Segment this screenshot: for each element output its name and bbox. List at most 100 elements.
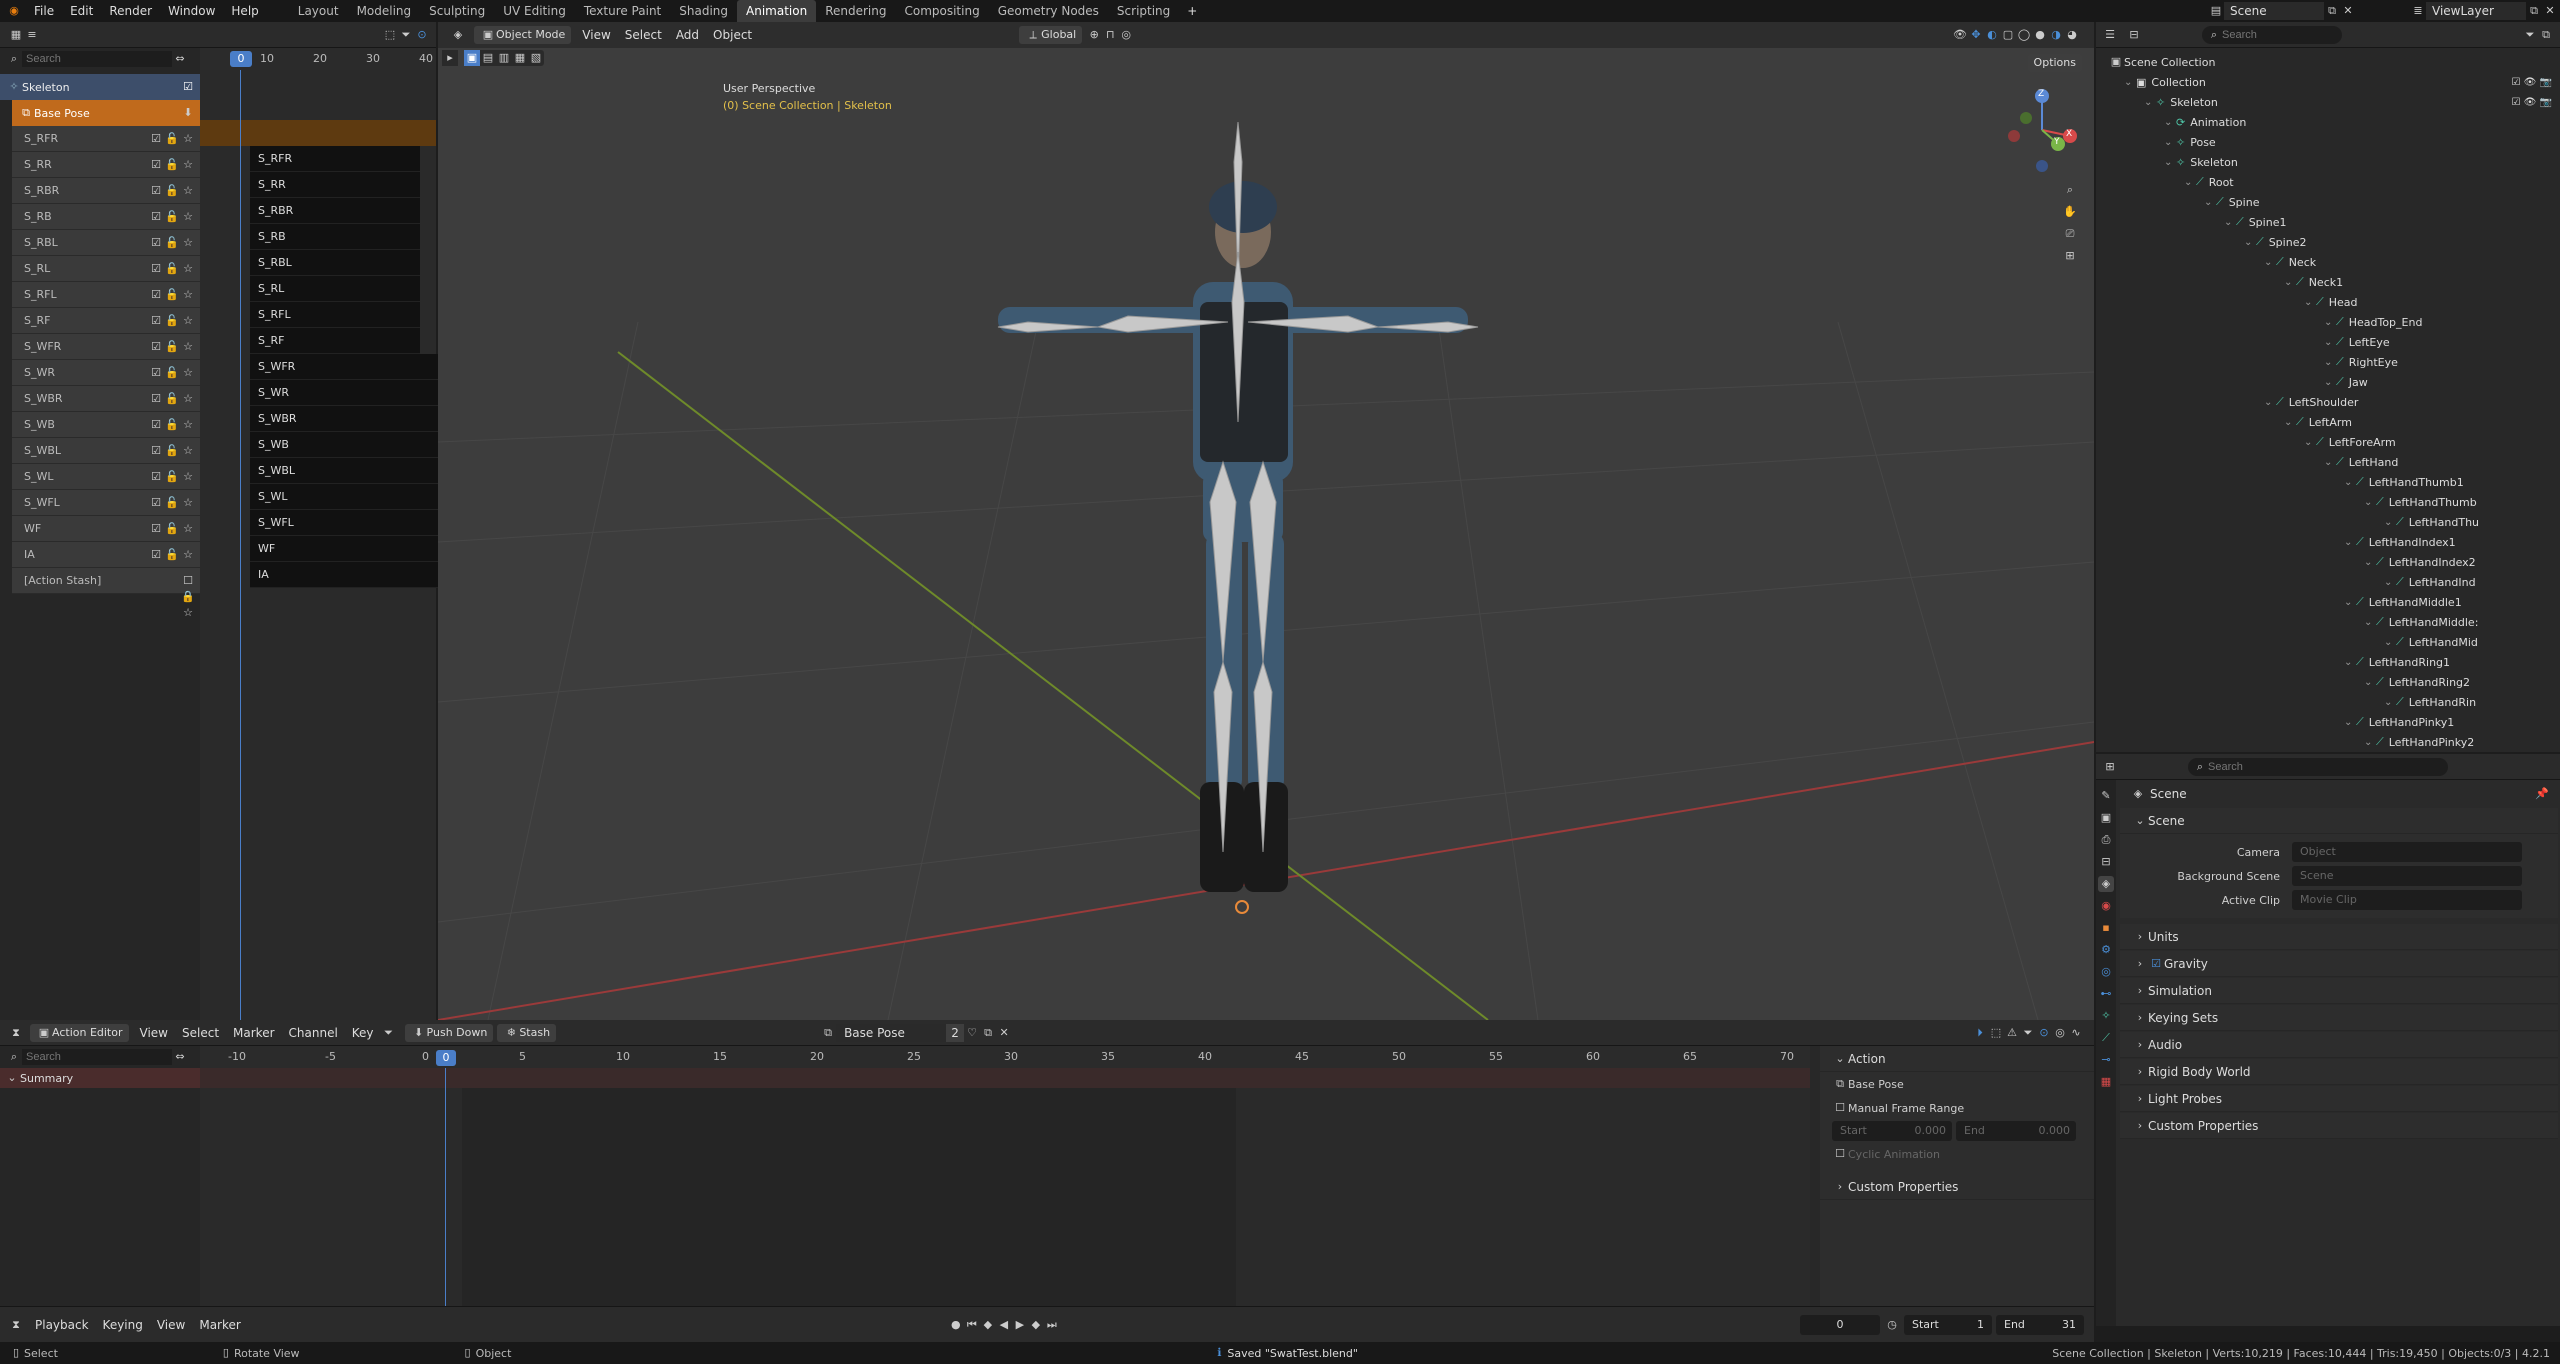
nla-track[interactable]: S_RF ☑ 🔓 ☆ xyxy=(12,308,200,334)
duplicate-action-icon[interactable]: ⧉ xyxy=(980,1025,996,1041)
nla-playhead[interactable] xyxy=(240,70,241,1020)
track-checkbox-icon[interactable]: ☑ xyxy=(148,521,164,537)
nla-strip[interactable]: S_RBL xyxy=(250,250,420,276)
viewport-3d[interactable]: ◈ ▣ Object Mode View Select Add Object ⟂ Glob… xyxy=(438,22,2094,1020)
outliner-item[interactable]: ⌄ ⟋ RightEye xyxy=(2096,352,2560,372)
action-selector[interactable]: ⧉ Base Pose 2 ♡ ⧉ ✕ xyxy=(820,1023,1012,1042)
chevron-down-icon[interactable]: ⌄ xyxy=(2324,317,2336,328)
physics-tab-icon[interactable]: ◎ xyxy=(2098,964,2114,980)
nla-strip[interactable]: S_RBR xyxy=(250,198,420,224)
chevron-down-icon[interactable]: ⌄ xyxy=(2164,157,2176,168)
new-collection-icon[interactable]: ⧉ xyxy=(2538,27,2554,43)
nla-current-frame[interactable]: 0 xyxy=(230,51,252,67)
nla-track[interactable]: WF ☑ 🔓 ☆ xyxy=(12,516,200,542)
solo-star-icon[interactable]: ☆ xyxy=(180,235,196,251)
nla-object-row[interactable]: ✧ Skeleton ☑ xyxy=(0,74,200,100)
snap-icon[interactable]: ⊓ xyxy=(1102,27,1118,43)
jump-start-icon[interactable]: ⏮ xyxy=(964,1317,980,1333)
chevron-down-icon[interactable]: ⌄ xyxy=(2344,657,2356,668)
track-checkbox-icon[interactable]: ☑ xyxy=(148,313,164,329)
chevron-down-icon[interactable]: ⌄ xyxy=(2204,197,2216,208)
workspace-tab-sculpting[interactable]: Sculpting xyxy=(420,0,494,22)
pivot-icon[interactable]: ⊕ xyxy=(1086,27,1102,43)
chevron-down-icon[interactable]: ⌄ xyxy=(2384,577,2396,588)
jump-end-icon[interactable]: ⏭ xyxy=(1044,1317,1060,1333)
texture-tab-icon[interactable]: ▦ xyxy=(2098,1074,2114,1090)
nla-search-input[interactable] xyxy=(22,51,172,67)
ae-menu-channel[interactable]: Channel xyxy=(282,1026,345,1040)
track-checkbox-icon[interactable]: ☑ xyxy=(148,235,164,251)
chevron-down-icon[interactable]: ⌄ xyxy=(2164,137,2176,148)
pan-hand-icon[interactable]: ✋ xyxy=(2062,204,2078,220)
nla-track[interactable]: S_RBL ☑ 🔓 ☆ xyxy=(12,230,200,256)
view-layer-tab-icon[interactable]: ⊟ xyxy=(2098,854,2114,870)
lock-icon[interactable]: 🔓 xyxy=(164,235,180,251)
workspace-tab-animation[interactable]: Animation xyxy=(737,0,817,22)
chevron-down-icon[interactable]: ⌄ xyxy=(2364,557,2376,568)
data-tab-icon[interactable]: ✧ xyxy=(2098,1008,2114,1024)
chevron-down-icon[interactable]: ⌄ xyxy=(2304,297,2316,308)
chevron-down-icon[interactable]: ⌄ xyxy=(2264,397,2276,408)
nla-strip[interactable]: S_RR xyxy=(250,172,420,198)
action-users-count[interactable]: 2 xyxy=(946,1023,965,1042)
ae-snapping-icon[interactable]: ⊙ xyxy=(2036,1025,2052,1041)
nla-track[interactable]: S_WBR ☑ 🔓 ☆ xyxy=(12,386,200,412)
solo-star-icon[interactable]: ☆ xyxy=(180,209,196,225)
modifier-tab-icon[interactable]: ⚙ xyxy=(2098,942,2114,958)
gizmo-toggle-icon[interactable]: ✥ xyxy=(1968,27,1984,43)
outliner-item[interactable]: ⌄ ⟋ LeftEye xyxy=(2096,332,2560,352)
solo-star-icon[interactable]: ☆ xyxy=(180,261,196,277)
lock-icon[interactable]: 🔓 xyxy=(164,313,180,329)
visibility-toggle-icon[interactable]: ☑ 👁 📷 xyxy=(2512,97,2552,108)
nla-action-stash[interactable]: [Action Stash] ☐ 🔒 ☆ xyxy=(12,568,200,619)
visibility-toggle-icon[interactable]: ☑ 👁 📷 xyxy=(2512,77,2552,88)
push-down-button[interactable]: ⬇ Push Down xyxy=(404,1023,494,1042)
unlink-action-icon[interactable]: ✕ xyxy=(996,1025,1012,1041)
outliner-item[interactable]: ⌄ ⟋ Neck1 xyxy=(2096,272,2560,292)
ae-current-frame[interactable]: 0 xyxy=(436,1050,456,1066)
nla-track[interactable]: IA ☑ 🔓 ☆ xyxy=(12,542,200,568)
nla-track[interactable]: S_RFR ☑ 🔓 ☆ xyxy=(12,126,200,152)
lock-icon[interactable]: 🔓 xyxy=(164,495,180,511)
workspace-tab-geometry-nodes[interactable]: Geometry Nodes xyxy=(989,0,1108,22)
chevron-down-icon[interactable]: ⌄ xyxy=(2364,677,2376,688)
outliner-item[interactable]: ⌄ ⟋ LeftHandRing2 xyxy=(2096,672,2560,692)
track-checkbox-icon[interactable]: ☑ xyxy=(148,261,164,277)
lock-icon[interactable]: 🔓 xyxy=(164,157,180,173)
track-checkbox-icon[interactable]: ☑ xyxy=(148,469,164,485)
proportional-edit-icon[interactable]: ◎ xyxy=(1118,27,1134,43)
chevron-down-icon[interactable]: ⌄ xyxy=(2124,77,2136,88)
panel-gravity[interactable]: › ☑ Gravity xyxy=(2120,951,2558,977)
solo-star-icon[interactable]: ☆ xyxy=(180,469,196,485)
next-keyframe-icon[interactable]: ◆ xyxy=(1028,1317,1044,1333)
lock-icon[interactable]: 🔓 xyxy=(164,469,180,485)
background-scene-field[interactable]: Scene xyxy=(2292,866,2522,886)
delete-viewlayer-icon[interactable]: ✕ xyxy=(2542,3,2558,19)
action-mode-dropdown[interactable]: ▣ Action Editor xyxy=(30,1023,129,1042)
outliner-item[interactable]: ⌄ ⟋ LeftArm xyxy=(2096,412,2560,432)
push-down-icon[interactable]: ⬇ xyxy=(180,105,196,121)
outliner-item[interactable]: ⌄ ⟋ LeftHandPinky2 xyxy=(2096,732,2560,752)
bone-constraint-tab-icon[interactable]: ⊸ xyxy=(2098,1052,2114,1068)
workspace-tab-layout[interactable]: Layout xyxy=(289,0,348,22)
select-intersect-icon[interactable]: ▧ xyxy=(528,50,544,66)
chevron-down-icon[interactable]: ⌄ xyxy=(2364,497,2376,508)
workspace-tab-scripting[interactable]: Scripting xyxy=(1108,0,1179,22)
manual-range-row[interactable]: ☐ Manual Frame Range xyxy=(1820,1096,2094,1120)
track-checkbox-icon[interactable]: ☑ xyxy=(148,417,164,433)
chevron-down-icon[interactable]: ⌄ xyxy=(2324,357,2336,368)
outliner-editor-type-icon[interactable]: ☰ xyxy=(2102,27,2118,43)
swap-icon[interactable]: ⇔ xyxy=(172,1049,188,1065)
track-checkbox-icon[interactable]: ☑ xyxy=(148,547,164,563)
toolbar-toggle-icon[interactable]: ▸ xyxy=(442,50,458,66)
ae-playhead[interactable] xyxy=(445,1068,446,1306)
cyclic-checkbox[interactable]: ☐ xyxy=(1832,1146,1848,1162)
properties-editor-type-icon[interactable]: ⊞ xyxy=(2102,759,2118,775)
swap-icon[interactable]: ⇔ xyxy=(172,51,188,67)
lock-icon[interactable]: 🔓 xyxy=(164,339,180,355)
chevron-down-icon[interactable]: ⌄ xyxy=(2224,217,2236,228)
solo-star-icon[interactable]: ☆ xyxy=(180,131,196,147)
proportional-icon[interactable]: ◎ xyxy=(2052,1025,2068,1041)
lock-icon[interactable]: 🔓 xyxy=(164,183,180,199)
workspace-tab-uv-editing[interactable]: UV Editing xyxy=(494,0,575,22)
